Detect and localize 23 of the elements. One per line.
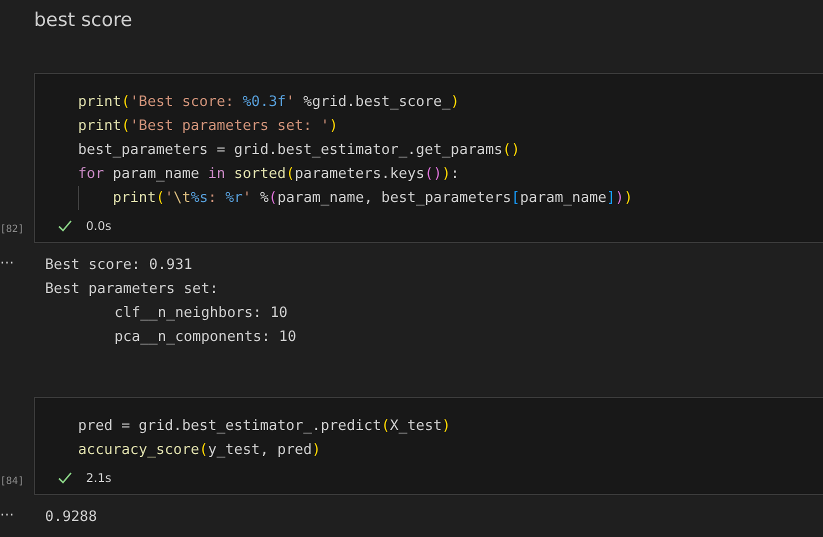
code-line: pred = grid.best_estimator_.predict(X_test) <box>78 417 452 436</box>
code-cell[interactable] <box>34 73 823 243</box>
output-line: Best score: 0.931 <box>45 256 194 275</box>
execution-time: 2.1s <box>86 471 112 485</box>
execution-time: 0.0s <box>86 219 112 233</box>
markdown-heading: best score <box>33 8 134 33</box>
code-line: accuracy_score(y_test, pred) <box>78 441 322 460</box>
output-menu-button[interactable]: ⋯ <box>0 505 45 525</box>
check-icon <box>58 220 72 232</box>
code-line: print('Best parameters set: ') <box>78 117 339 136</box>
code-line: print('\t%s: %r' %(param_name, best_parameters[param_name])) <box>78 186 823 210</box>
output-menu-button[interactable]: ⋯ <box>0 253 45 273</box>
execution-count: [82] <box>0 224 26 237</box>
output-line: Best parameters set: <box>45 280 220 299</box>
output-line: clf__n_neighbors: 10 <box>113 304 289 323</box>
code-cell[interactable]: pred = grid.best_estimator_.predict(X_test) accuracy_score(y_test, pred) 2.1s <box>34 397 823 495</box>
check-icon <box>58 472 72 484</box>
code-line: print('Best score: %0.3f' %grid.best_score_) <box>78 93 460 112</box>
code-line: best_parameters = grid.best_estimator_.get_params() <box>78 141 521 160</box>
output-line: pca__n_components: 10 <box>113 328 296 347</box>
execution-count: [84] <box>0 476 26 489</box>
code-line: for param_name in sorted(parameters.keys()): <box>78 165 460 184</box>
output-line: 0.9288 <box>45 508 97 527</box>
